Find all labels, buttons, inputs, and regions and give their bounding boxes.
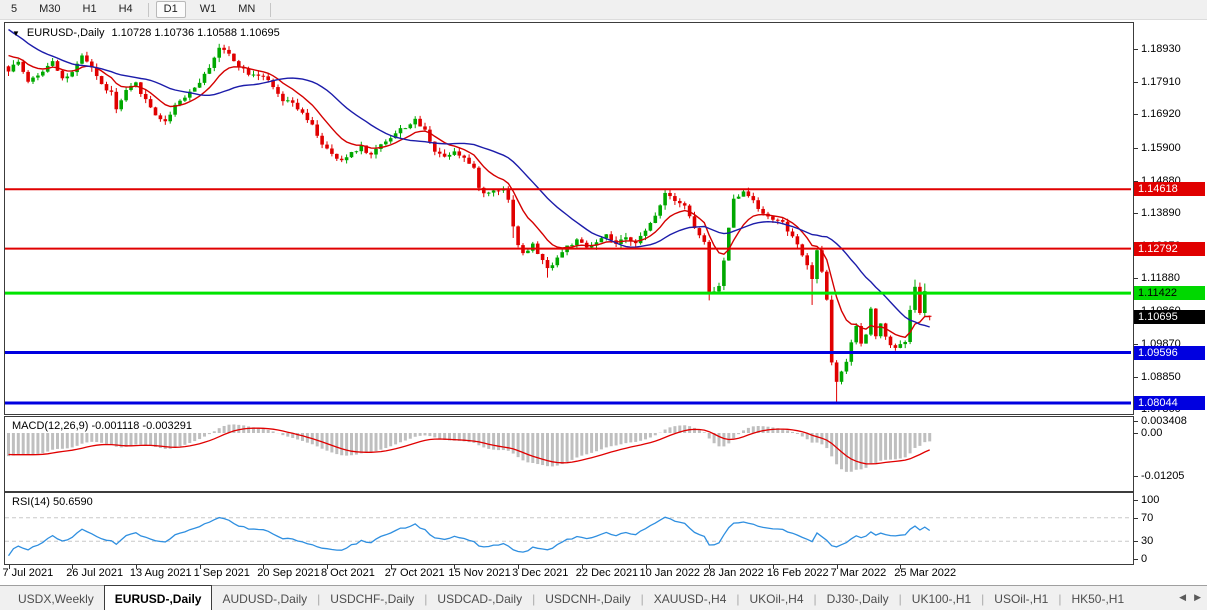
chart-ohlc-values: 1.10728 1.10736 1.10588 1.10695 — [111, 27, 280, 39]
date-axis-label: 26 Jul 2021 — [66, 567, 124, 579]
date-axis-label: 7 Jul 2021 — [2, 567, 54, 579]
tab-usdcnh-daily[interactable]: USDCNH-,Daily — [535, 586, 640, 610]
date-axis-label: 3 Dec 2021 — [512, 567, 569, 579]
tab-usdx-weekly[interactable]: USDX,Weekly — [8, 586, 104, 610]
tabbar-left-pad — [0, 586, 8, 610]
candlestick-chart-canvas[interactable] — [5, 23, 1131, 412]
price-axis-tick-label: 1.08850 — [1141, 370, 1181, 383]
macd-panel: MACD(12,26,9) -0.001118 -0.003291 — [4, 416, 1134, 492]
rsi-axis-tick-label: 0 — [1141, 553, 1148, 565]
date-axis-label: 16 Feb 2022 — [766, 567, 829, 579]
price-badge-1.09596: 1.09596 — [1134, 345, 1205, 360]
tab-xauusd-h4[interactable]: XAUUSD-,H4 — [644, 586, 737, 610]
date-axis-label: 10 Jan 2022 — [639, 567, 701, 579]
rsi-axis-tick-label: 30 — [1141, 535, 1154, 548]
tab-scroll-right-icon[interactable]: ▶ — [1194, 592, 1201, 603]
date-axis-label: 1 Sep 2021 — [193, 567, 250, 579]
date-axis-label: 15 Nov 2021 — [448, 567, 511, 579]
rsi-axis-tick-mark — [1134, 500, 1138, 501]
date-axis-label: 13 Aug 2021 — [129, 567, 192, 579]
price-axis-tick-label: 1.15900 — [1141, 141, 1181, 154]
timeframe-button-m30[interactable]: M30 — [31, 1, 68, 18]
macd-axis-tick-label: 0.003408 — [1141, 414, 1187, 427]
toolbar-separator — [147, 2, 149, 17]
macd-axis-tick-mark — [1134, 420, 1138, 422]
timeframe-button-h4[interactable]: H4 — [111, 1, 141, 18]
price-axis-tick-mark — [1134, 376, 1138, 378]
rsi-axis-tick-mark — [1134, 559, 1138, 560]
price-axis-tick-mark — [1134, 114, 1138, 116]
macd-axis-tick-mark — [1134, 433, 1138, 434]
tab-eurusd-daily[interactable]: EURUSD-,Daily — [103, 585, 213, 610]
date-axis-label: 25 Mar 2022 — [894, 567, 957, 579]
tab-usoil-h1[interactable]: USOil-,H1 — [984, 586, 1058, 610]
timeframe-button-mn[interactable]: MN — [230, 1, 263, 18]
tab-usdcad-daily[interactable]: USDCAD-,Daily — [427, 586, 532, 610]
price-axis-tick-mark — [1134, 82, 1138, 84]
price-badge-1.11422: 1.11422 — [1134, 286, 1205, 301]
price-badge-1.08044: 1.08044 — [1134, 396, 1205, 411]
chart-title: ▼ EURUSD-,Daily 1.10728 1.10736 1.10588 … — [12, 27, 280, 39]
rsi-label: RSI(14) 50.6590 — [12, 496, 93, 508]
price-badge-1.10695: 1.10695 — [1134, 309, 1205, 324]
date-axis-label: 7 Mar 2022 — [830, 567, 887, 579]
price-badge-1.12792: 1.12792 — [1134, 241, 1205, 256]
rsi-axis-tick-label: 100 — [1141, 494, 1160, 506]
trading-platform-window: 5 M30 H1 H4 D1 W1 MN ▼ EURUSD-,Daily 1.10728 1… — [0, 0, 1207, 610]
timeframe-button-h1[interactable]: H1 — [75, 1, 105, 18]
tab-nav-arrows: ◀ ▶ — [1179, 585, 1201, 610]
macd-axis-tick-mark — [1134, 476, 1138, 478]
date-axis-label: 8 Oct 2021 — [321, 567, 375, 579]
rsi-panel: RSI(14) 50.6590 — [4, 492, 1134, 565]
price-axis-tick-mark — [1134, 147, 1138, 149]
rsi-axis-tick-mark — [1134, 541, 1138, 543]
price-axis-tick-label: 1.11880 — [1141, 272, 1180, 285]
price-axis-tick-label: 1.16920 — [1141, 108, 1181, 121]
tab-hk50-h1[interactable]: HK50-,H1 — [1061, 586, 1134, 610]
bottom-tab-bar: USDX,Weekly EURUSD-,Daily AUDUSD-,Daily | US… — [0, 585, 1207, 610]
date-axis-label: 27 Oct 2021 — [384, 567, 445, 579]
timeframe-button-5[interactable]: 5 — [3, 1, 25, 18]
price-axis-tick-mark — [1134, 212, 1138, 214]
price-axis-tick-label: 1.13890 — [1141, 206, 1181, 219]
macd-axis-tick-label: -0.01205 — [1141, 470, 1185, 483]
date-axis-label: 22 Dec 2021 — [575, 567, 639, 579]
price-axis-tick-mark — [1134, 343, 1138, 345]
tab-ukoil-h4[interactable]: UKOil-,H4 — [740, 586, 814, 610]
tab-scroll-left-icon[interactable]: ◀ — [1179, 592, 1186, 603]
rsi-axis-tick-label: 70 — [1141, 511, 1154, 524]
main-chart-panel: ▼ EURUSD-,Daily 1.10728 1.10736 1.10588 … — [4, 22, 1134, 415]
toolbar-separator — [270, 2, 272, 17]
tab-usdchf-daily[interactable]: USDCHF-,Daily — [320, 586, 424, 610]
rsi-axis-tick-mark — [1134, 517, 1138, 519]
symbol-dropdown-arrow-icon[interactable]: ▼ — [12, 29, 20, 38]
price-axis-tick-label: 1.18930 — [1141, 43, 1181, 56]
tab-uk100-h1[interactable]: UK100-,H1 — [902, 586, 981, 610]
price-axis-tick-label: 1.17910 — [1141, 76, 1181, 89]
date-axis-label: 20 Sep 2021 — [257, 567, 320, 579]
timeframe-button-d1[interactable]: D1 — [155, 1, 186, 18]
timeframe-toolbar: 5 M30 H1 H4 D1 W1 MN — [0, 0, 1207, 20]
timeframe-button-w1[interactable]: W1 — [192, 1, 225, 18]
date-axis-label: 28 Jan 2022 — [703, 567, 764, 579]
tab-dj30-daily[interactable]: DJ30-,Daily — [817, 586, 899, 610]
macd-label: MACD(12,26,9) -0.001118 -0.003291 — [12, 420, 192, 432]
price-axis-tick-mark — [1134, 278, 1138, 280]
rsi-chart-canvas[interactable] — [5, 493, 1131, 562]
tab-audusd-daily[interactable]: AUDUSD-,Daily — [212, 586, 317, 610]
price-axis-tick-mark — [1134, 49, 1138, 51]
macd-axis-tick-label: 0.00 — [1141, 427, 1163, 439]
chart-symbol-label: EURUSD-,Daily — [26, 27, 105, 39]
price-badge-1.14618: 1.14618 — [1134, 182, 1205, 197]
